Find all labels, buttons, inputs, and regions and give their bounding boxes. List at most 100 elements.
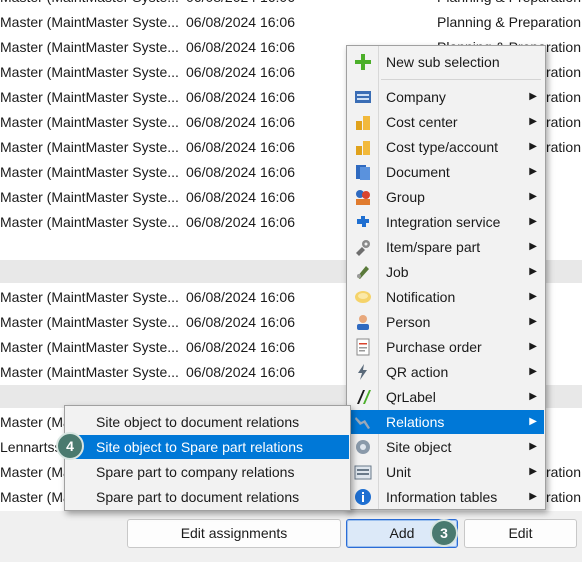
- table-cell-date: 06/08/2024 16:06: [186, 314, 295, 330]
- submenu-arrow-icon: ▶: [529, 441, 537, 452]
- unit-icon: [354, 465, 372, 480]
- submenu-item-site-object-spare-part[interactable]: Site object to Spare part relations: [67, 435, 349, 459]
- submenu-arrow-icon: ▶: [529, 391, 537, 402]
- relations-submenu: Site object to document relations Site o…: [64, 405, 351, 511]
- submenu-item-spare-part-document[interactable]: Spare part to document relations: [67, 485, 349, 509]
- menu-item-cost-center[interactable]: Cost center ▶: [349, 110, 544, 134]
- step-3-badge: 3: [430, 519, 458, 547]
- submenu-item-label: Spare part to company relations: [96, 464, 295, 480]
- menu-item-qr-label[interactable]: QrLabel ▶: [349, 385, 544, 409]
- menu-item-information-tables[interactable]: Information tables ▶: [349, 485, 544, 509]
- menu-item-purchase-order[interactable]: Purchase order ▶: [349, 335, 544, 359]
- menu-item-site-object[interactable]: Site object ▶: [349, 435, 544, 459]
- site-object-icon: [356, 440, 370, 454]
- submenu-arrow-icon: ▶: [529, 166, 537, 177]
- info-icon: [355, 489, 371, 505]
- table-cell-date: 06/08/2024 16:06: [186, 289, 295, 305]
- submenu-item-spare-part-company[interactable]: Spare part to company relations: [67, 460, 349, 484]
- menu-item-relations[interactable]: Relations ▶: [349, 410, 544, 434]
- notification-icon: [355, 291, 371, 303]
- menu-item-label: New sub selection: [386, 54, 500, 70]
- table-cell-name: Master (MaintMaster Syste...: [0, 14, 178, 30]
- table-cell-name: Master (MaintMaster Syste...: [0, 289, 178, 305]
- submenu-arrow-icon: ▶: [529, 116, 537, 127]
- table-cell-date: 06/08/2024 16:06: [186, 39, 295, 55]
- menu-item-label: Cost center: [386, 114, 458, 130]
- menu-item-label: QrLabel: [386, 389, 436, 405]
- submenu-arrow-icon: ▶: [529, 341, 537, 352]
- menu-item-cost-type[interactable]: Cost type/account ▶: [349, 135, 544, 159]
- submenu-arrow-icon: ▶: [529, 141, 537, 152]
- submenu-arrow-icon: ▶: [529, 466, 537, 477]
- menu-item-label: Purchase order: [386, 339, 482, 355]
- table-cell-type: Planning & Preparation: [437, 0, 582, 10]
- menu-separator: [381, 79, 541, 80]
- submenu-arrow-icon: ▶: [529, 191, 537, 202]
- menu-item-label: Integration service: [386, 214, 501, 230]
- submenu-arrow-icon: ▶: [529, 266, 537, 277]
- table-cell-name: Master (MaintMaster Syste...: [0, 164, 178, 180]
- submenu-arrow-icon: ▶: [529, 416, 537, 427]
- submenu-arrow-icon: ▶: [529, 216, 537, 227]
- submenu-item-label: Site object to Spare part relations: [96, 439, 304, 455]
- table-row[interactable]: Master (MaintMaster Syste... 06/08/2024 …: [0, 10, 582, 35]
- table-cell-name: Master (MaintMaster Syste...: [0, 64, 178, 80]
- table-cell-date: 06/08/2024 16:06: [186, 139, 295, 155]
- purchase-order-icon: [356, 338, 370, 356]
- table-cell-name: Master (MaintMaster Syste...: [0, 89, 178, 105]
- menu-item-integration-service[interactable]: Integration service ▶: [349, 210, 544, 234]
- menu-item-label: Unit: [386, 464, 411, 480]
- table-cell-name: Master (MaintMaster Syste...: [0, 314, 178, 330]
- menu-item-new-sub-selection[interactable]: New sub selection: [349, 50, 544, 74]
- table-row[interactable]: Master (MaintMaster Syste... 06/08/2024 …: [0, 0, 582, 10]
- relations-icon: [355, 417, 370, 429]
- table-cell-date: 06/08/2024 16:06: [186, 189, 295, 205]
- table-cell-name: Master (MaintMaster Syste...: [0, 114, 178, 130]
- menu-item-group[interactable]: Group ▶: [349, 185, 544, 209]
- submenu-arrow-icon: ▶: [529, 91, 537, 102]
- menu-item-person[interactable]: Person ▶: [349, 310, 544, 334]
- plus-icon: [355, 54, 371, 70]
- table-cell-name: Master (MaintMaster Syste...: [0, 339, 178, 355]
- submenu-item-site-object-document[interactable]: Site object to document relations: [67, 410, 349, 434]
- qr-label-icon: [357, 390, 371, 404]
- menu-item-label: Information tables: [386, 489, 498, 505]
- table-cell-name: Master (MaintMaster Syste...: [0, 214, 178, 230]
- menu-item-label: Document: [386, 164, 450, 180]
- submenu-arrow-icon: ▶: [529, 491, 537, 502]
- menu-item-unit[interactable]: Unit ▶: [349, 460, 544, 484]
- person-icon: [357, 315, 369, 330]
- table-cell-type: Planning & Preparation: [437, 14, 581, 30]
- menu-item-notification[interactable]: Notification ▶: [349, 285, 544, 309]
- company-icon: [355, 91, 371, 103]
- table-cell-date: 06/08/2024 16:06: [186, 114, 295, 130]
- menu-item-company[interactable]: Company ▶: [349, 85, 544, 109]
- integration-icon: [357, 216, 369, 227]
- spare-part-icon: [356, 240, 370, 256]
- table-cell-name: Master (MaintMaster Syste...: [0, 364, 178, 380]
- edit-button[interactable]: Edit: [464, 519, 577, 548]
- add-context-menu: New sub selection Company ▶ Cost center …: [346, 45, 546, 510]
- menu-item-document[interactable]: Document ▶: [349, 160, 544, 184]
- submenu-arrow-icon: ▶: [529, 241, 537, 252]
- job-icon: [357, 266, 369, 279]
- table-cell-name: Master (MaintMaster Syste...: [0, 139, 178, 155]
- menu-item-label: Item/spare part: [386, 239, 481, 255]
- menu-item-label: Group: [386, 189, 425, 205]
- table-cell-date: 06/08/2024 16:06: [186, 14, 295, 30]
- edit-assignments-button[interactable]: Edit assignments: [127, 519, 341, 548]
- table-cell-name: Master (MaintMaster Syste...: [0, 189, 178, 205]
- table-cell-date: 06/08/2024 16:06: [186, 89, 295, 105]
- menu-item-label: Notification: [386, 289, 456, 305]
- table-cell-name: Master (MaintMaster Syste...: [0, 0, 178, 10]
- qr-action-icon: [358, 364, 367, 380]
- cost-center-icon: [356, 116, 370, 130]
- table-cell-date: 06/08/2024 16:06: [186, 339, 295, 355]
- step-4-badge: 4: [56, 432, 84, 460]
- table-cell-date: 06/08/2024 16:06: [186, 364, 295, 380]
- menu-item-label: Person: [386, 314, 431, 330]
- menu-item-job[interactable]: Job ▶: [349, 260, 544, 284]
- menu-item-spare-part[interactable]: Item/spare part ▶: [349, 235, 544, 259]
- menu-item-label: Cost type/account: [386, 139, 499, 155]
- menu-item-qr-action[interactable]: QR action ▶: [349, 360, 544, 384]
